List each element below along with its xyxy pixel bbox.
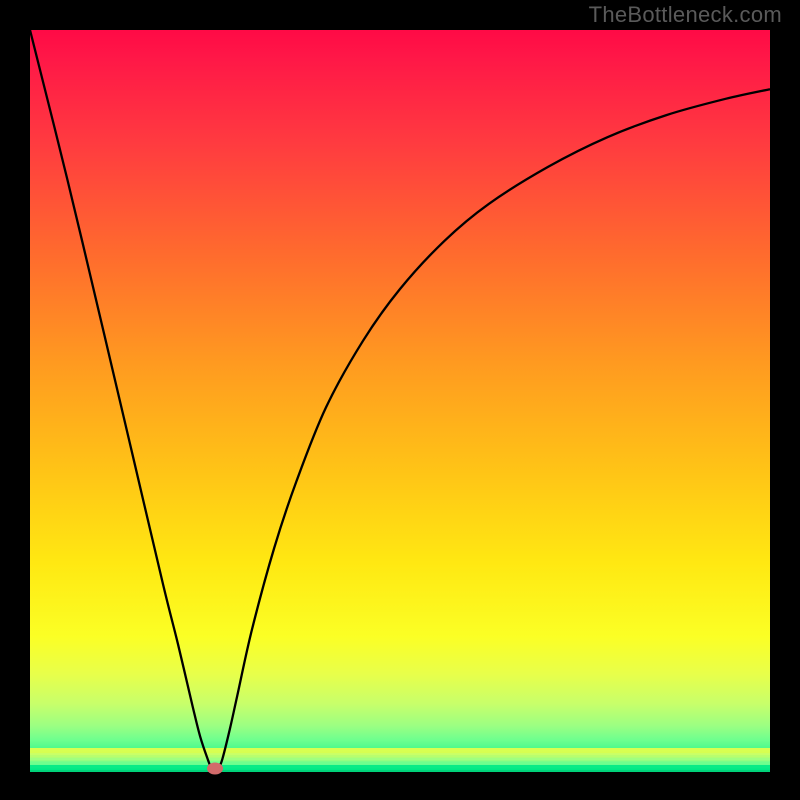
watermark-text: TheBottleneck.com <box>589 2 782 28</box>
plot-area <box>30 30 770 770</box>
chart-svg <box>30 30 770 770</box>
bottleneck-curve <box>30 30 770 770</box>
minimum-marker <box>207 763 223 775</box>
chart-frame: TheBottleneck.com <box>0 0 800 800</box>
